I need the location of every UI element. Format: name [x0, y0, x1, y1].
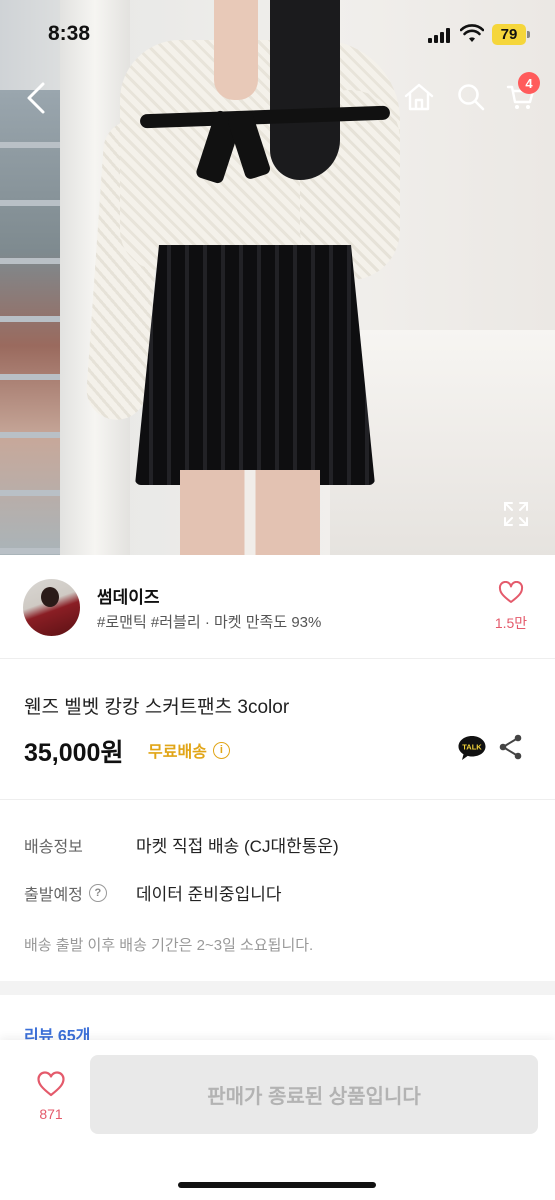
photo-legs — [180, 470, 320, 555]
shipping-note: 배송 출발 이후 배송 기간은 2~3일 소요됩니다. — [24, 937, 314, 954]
home-button[interactable] — [400, 78, 438, 116]
product-price: 35,000원 — [24, 739, 124, 767]
seller-tags: #로맨틱 #러블리 · 마켓 만족도 93% — [97, 614, 322, 631]
home-indicator — [178, 1182, 376, 1188]
status-time: 8:38 — [48, 22, 91, 45]
free-shipping-badge[interactable]: 무료배송 i — [148, 738, 230, 762]
product-info: 웬즈 벨벳 캉캉 스커트팬츠 3color 35,000원 무료배송 i TAL… — [0, 660, 555, 800]
cart-button[interactable]: 4 — [502, 72, 540, 116]
search-icon — [458, 84, 485, 111]
departure-value: 데이터 준비중입니다 — [136, 885, 282, 904]
battery-indicator: 79 — [492, 24, 530, 45]
heart-icon — [498, 580, 524, 603]
shipping-section: 배송정보 마켓 직접 배송 (CJ대한통운) 출발예정 ? 데이터 준비중입니다… — [0, 801, 555, 981]
shipping-info-value: 마켓 직접 배송 (CJ대한통운) — [136, 837, 339, 856]
shipping-info-label: 배송정보 — [24, 833, 83, 857]
wifi-icon — [459, 24, 485, 48]
back-button[interactable] — [18, 78, 54, 118]
seller-section[interactable]: 썸데이즈 #로맨틱 #러블리 · 마켓 만족도 93% 1.5만 — [0, 555, 555, 659]
heart-icon — [37, 1071, 65, 1097]
signal-icon — [428, 28, 452, 43]
share-button[interactable] — [497, 733, 525, 761]
info-icon[interactable]: i — [212, 741, 230, 759]
share-icon — [499, 734, 522, 760]
departure-label-text: 출발예정 — [24, 887, 83, 904]
section-divider — [0, 981, 555, 995]
seller-name[interactable]: 썸데이즈 — [97, 583, 160, 608]
shipping-info-label-text: 배송정보 — [24, 839, 83, 856]
seller-avatar[interactable] — [23, 579, 80, 636]
expand-image-button[interactable] — [502, 500, 530, 528]
sold-out-button[interactable]: 판매가 종료된 상품입니다 — [90, 1055, 538, 1134]
seller-favorite-button[interactable]: 1.5만 — [488, 580, 534, 633]
favorite-button[interactable]: 871 — [28, 1070, 74, 1122]
status-bar: 8:38 79 — [0, 0, 555, 68]
talk-bubble-icon: TALK — [458, 736, 486, 760]
seller-favorite-count: 1.5만 — [494, 615, 528, 631]
cart-count-badge: 4 — [518, 72, 540, 94]
product-title: 웬즈 벨벳 캉캉 스커트팬츠 3color — [24, 697, 290, 718]
product-photo[interactable]: 8:38 79 4 — [0, 0, 555, 555]
chevron-left-icon — [27, 82, 45, 114]
talk-label: TALK — [462, 743, 482, 752]
favorite-count: 871 — [39, 1106, 63, 1122]
talk-chat-button[interactable]: TALK — [457, 734, 487, 762]
search-button[interactable] — [452, 78, 490, 116]
bottom-action-bar: 871 판매가 종료된 상품입니다 — [0, 1040, 555, 1200]
home-icon — [404, 83, 434, 111]
free-shipping-label: 무료배송 — [148, 744, 207, 761]
departure-label: 출발예정 ? — [24, 881, 107, 905]
expand-icon — [504, 502, 528, 526]
photo-skirt — [135, 245, 375, 485]
question-icon[interactable]: ? — [88, 884, 107, 902]
